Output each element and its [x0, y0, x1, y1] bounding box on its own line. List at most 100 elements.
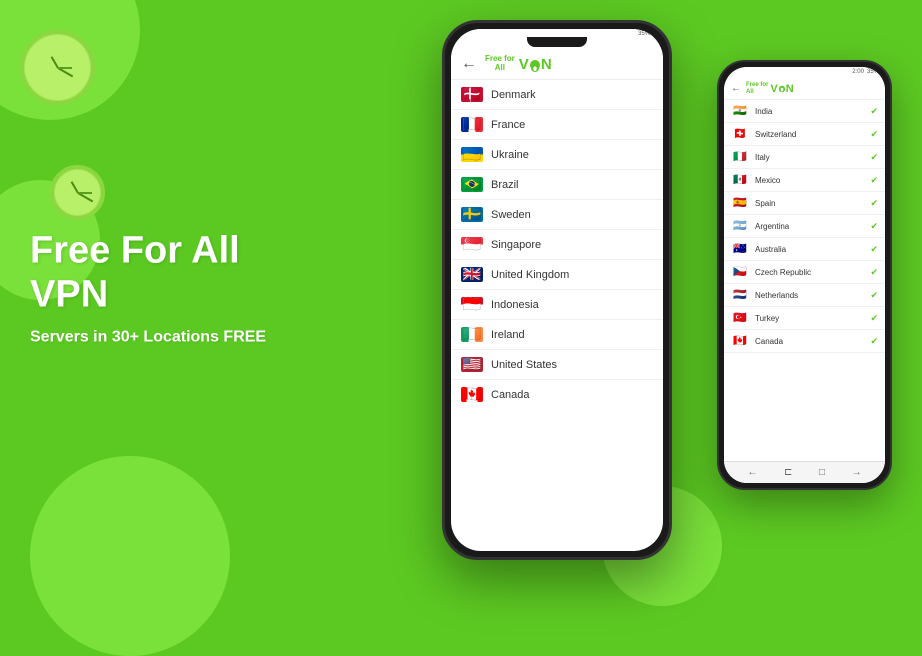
phone-notch [527, 37, 587, 47]
phone-small-screen: 2:00 35% ← Free for All VN 🇮🇳 India ✔ 🇨🇭… [724, 67, 885, 483]
country-name: Ireland [491, 329, 525, 341]
country-list-item[interactable]: 🇫🇷 France [451, 110, 663, 140]
country-list-item-small[interactable]: 🇪🇸 Spain ✔ [724, 192, 885, 215]
phone-main: 35% ▮ ← Free for All V N 🇩🇰 Denmark 🇫🇷 F… [442, 20, 672, 560]
country-flag: 🇧🇷 [461, 177, 483, 192]
country-list-small: 🇮🇳 India ✔ 🇨🇭 Switzerland ✔ 🇮🇹 Italy ✔ 🇲… [724, 100, 885, 353]
app-logo-main: Free for All V N [485, 55, 552, 73]
clock-hand-hour-2 [70, 181, 78, 193]
country-flag: 🇸🇪 [461, 207, 483, 222]
app-logo-small: Free for All VN [746, 82, 794, 95]
logo-wrap: Free for All [485, 55, 515, 73]
country-list-main: 🇩🇰 Denmark 🇫🇷 France 🇺🇦 Ukraine 🇧🇷 Brazi… [451, 80, 663, 409]
country-list-item[interactable]: 🇸🇬 Singapore [451, 230, 663, 260]
country-list-item-small[interactable]: 🇨🇭 Switzerland ✔ [724, 123, 885, 146]
country-flag: 🇮🇪 [461, 327, 483, 342]
country-flag: 🇸🇬 [461, 237, 483, 252]
country-list-item-small[interactable]: 🇨🇿 Czech Republic ✔ [724, 261, 885, 284]
country-list-item-small[interactable]: 🇨🇦 Canada ✔ [724, 330, 885, 353]
country-list-item[interactable]: 🇨🇦 Canada [451, 380, 663, 409]
phone-main-screen: 35% ▮ ← Free for All V N 🇩🇰 Denmark 🇫🇷 F… [451, 29, 663, 551]
country-name-small: Turkey [755, 314, 779, 323]
country-name: Denmark [491, 89, 536, 101]
check-icon: ✔ [870, 152, 878, 163]
clock-icon-large [20, 30, 95, 105]
country-flag: 🇺🇸 [461, 357, 483, 372]
left-panel: Free For All VPN Servers in 30+ Location… [30, 229, 350, 346]
back-button-small[interactable]: ← [731, 83, 741, 94]
country-name: United States [491, 359, 557, 371]
country-list-item[interactable]: 🇺🇸 United States [451, 350, 663, 380]
country-name: Singapore [491, 239, 541, 251]
country-list-item[interactable]: 🇸🇪 Sweden [451, 200, 663, 230]
country-flag-small: 🇳🇱 [731, 289, 749, 301]
country-name-small: Canada [755, 337, 783, 346]
country-flag: 🇫🇷 [461, 117, 483, 132]
country-name-small: Italy [755, 153, 770, 162]
country-name-small: Argentina [755, 222, 789, 231]
country-name-small: Mexico [755, 176, 780, 185]
country-list-item[interactable]: 🇺🇦 Ukraine [451, 140, 663, 170]
country-list-item-small[interactable]: 🇳🇱 Netherlands ✔ [724, 284, 885, 307]
bottom-nav: ← ⊏ □ → [724, 461, 885, 483]
clock-hand-hour [50, 56, 58, 68]
country-name-small: Switzerland [755, 130, 796, 139]
country-flag-small: 🇹🇷 [731, 312, 749, 324]
country-list-item-small[interactable]: 🇹🇷 Turkey ✔ [724, 307, 885, 330]
country-name-small: India [755, 107, 772, 116]
check-icon: ✔ [870, 106, 878, 117]
country-name: France [491, 119, 525, 131]
check-icon: ✔ [870, 198, 878, 209]
country-flag-small: 🇨🇭 [731, 128, 749, 140]
country-name: Sweden [491, 209, 531, 221]
check-icon: ✔ [870, 221, 878, 232]
country-name-small: Australia [755, 245, 786, 254]
clock-hand-minute [57, 67, 73, 77]
clock-icon-small [50, 165, 105, 220]
country-flag: 🇨🇦 [461, 387, 483, 402]
back-button-main[interactable]: ← [461, 55, 477, 73]
app-header-main: ← Free for All V N [451, 47, 663, 80]
country-flag-small: 🇦🇷 [731, 220, 749, 232]
logo-vpn-small: VN [770, 83, 793, 95]
logo-text-all: All [495, 64, 505, 73]
country-flag-small: 🇲🇽 [731, 174, 749, 186]
country-flag-small: 🇮🇹 [731, 151, 749, 163]
country-name: Ukraine [491, 149, 529, 161]
country-flag: 🇬🇧 [461, 267, 483, 282]
country-list-item[interactable]: 🇬🇧 United Kingdom [451, 260, 663, 290]
country-list-item[interactable]: 🇮🇩 Indonesia [451, 290, 663, 320]
country-list-item[interactable]: 🇧🇷 Brazil [451, 170, 663, 200]
nav-icon-back[interactable]: ← [747, 467, 757, 478]
country-flag: 🇺🇦 [461, 147, 483, 162]
country-name-small: Netherlands [755, 291, 798, 300]
country-list-item-small[interactable]: 🇮🇳 India ✔ [724, 100, 885, 123]
country-list-item[interactable]: 🇮🇪 Ireland [451, 320, 663, 350]
country-flag: 🇮🇩 [461, 297, 483, 312]
country-list-item-small[interactable]: 🇦🇺 Australia ✔ [724, 238, 885, 261]
country-name: Canada [491, 389, 530, 401]
country-list-item-small[interactable]: 🇮🇹 Italy ✔ [724, 146, 885, 169]
country-list-item-small[interactable]: 🇦🇷 Argentina ✔ [724, 215, 885, 238]
country-flag: 🇩🇰 [461, 87, 483, 102]
country-flag-small: 🇨🇿 [731, 266, 749, 278]
battery-display: 35% [867, 69, 879, 75]
status-bar-main: 35% ▮ [638, 30, 655, 36]
country-flag-small: 🇪🇸 [731, 197, 749, 209]
nav-icon-home[interactable]: ⊏ [784, 467, 792, 478]
country-name: Brazil [491, 179, 519, 191]
time-display: 2:00 [852, 69, 864, 75]
check-icon: ✔ [870, 129, 878, 140]
check-icon: ✔ [870, 175, 878, 186]
nav-icon-forward[interactable]: → [852, 467, 862, 478]
country-name: United Kingdom [491, 269, 569, 281]
app-header-small: ← Free for All VN [724, 77, 885, 100]
app-subtitle: Servers in 30+ Locations FREE [30, 329, 350, 347]
country-list-item[interactable]: 🇩🇰 Denmark [451, 80, 663, 110]
country-flag-small: 🇮🇳 [731, 105, 749, 117]
country-list-item-small[interactable]: 🇲🇽 Mexico ✔ [724, 169, 885, 192]
check-icon: ✔ [870, 267, 878, 278]
bg-blob-bottom-left [30, 456, 230, 656]
nav-icon-recent[interactable]: □ [819, 467, 825, 478]
check-icon: ✔ [870, 336, 878, 347]
